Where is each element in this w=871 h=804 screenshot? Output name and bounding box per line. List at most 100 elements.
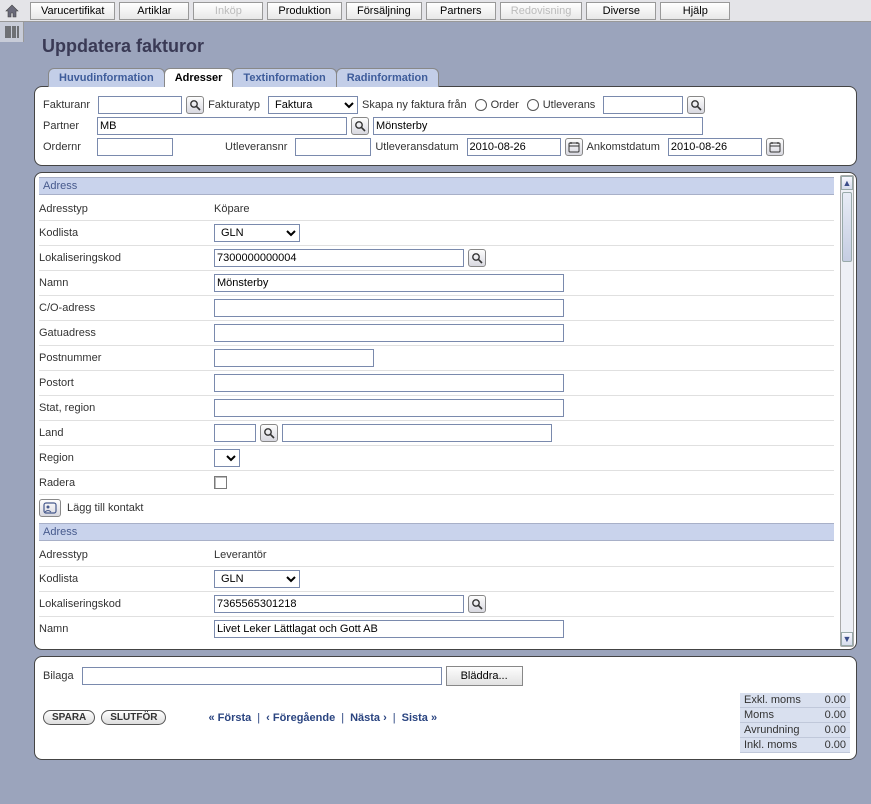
scroll-thumb[interactable] [842,192,852,262]
calendar-icon[interactable] [565,138,583,156]
partner-name-input [373,117,703,135]
order-radio[interactable] [475,99,487,111]
inkl-moms-value: 0.00 [825,739,846,751]
menu-redovisning[interactable]: Redovisning [500,2,583,20]
nav-next[interactable]: Nästa › [350,712,387,724]
moms-label: Moms [744,709,774,721]
fakturatyp-label: Fakturatyp [208,99,264,111]
top-menu-bar: Varucertifikat Artiklar Inköp Produktion… [0,0,871,22]
menu-hjalp[interactable]: Hjälp [660,2,730,20]
adresstyp-value: Köpare [214,203,834,215]
scrollbar[interactable]: ▲ ▼ [840,175,854,647]
search-icon[interactable] [468,595,486,613]
radera-label: Radera [39,477,214,489]
adresstyp-label: Adresstyp [39,549,214,561]
page-title: Uppdatera fakturor [42,36,857,57]
namn-input[interactable] [214,274,564,292]
lokaliseringskod-input[interactable] [214,595,464,613]
bladdra-button[interactable]: Bläddra... [446,666,523,686]
partner-code-input[interactable] [97,117,347,135]
radera-checkbox[interactable] [214,476,227,489]
postnummer-input[interactable] [214,349,374,367]
utleverans-radio[interactable] [527,99,539,111]
partner-label: Partner [43,120,93,132]
utleverans-label: Utleverans [543,99,600,111]
tab-textinformation[interactable]: Textinformation [232,68,336,87]
scroll-up-button[interactable]: ▲ [841,176,853,190]
menu-produktion[interactable]: Produktion [267,2,342,20]
address-panel: Adress AdresstypKöpare KodlistaGLN Lokal… [34,172,857,650]
kodlista-select[interactable]: GLN [214,570,300,588]
utleveransnr-label: Utleveransnr [225,141,291,153]
footer-panel: Bilaga Bläddra... SPARA SLUTFÖR « Första… [34,656,857,760]
co-adress-input[interactable] [214,299,564,317]
tab-huvudinformation[interactable]: Huvudinformation [48,68,165,87]
tab-row: Huvudinformation Adresser Textinformatio… [48,67,857,86]
tab-radinformation[interactable]: Radinformation [336,68,439,87]
fakturanr-label: Fakturanr [43,99,94,111]
menu-varucertifikat[interactable]: Varucertifikat [30,2,115,20]
slutfor-button[interactable]: SLUTFÖR [101,710,166,725]
home-icon[interactable] [4,3,20,19]
order-label: Order [491,99,523,111]
avrundning-value: 0.00 [825,724,846,736]
namn-label: Namn [39,623,214,635]
search-icon[interactable] [351,117,369,135]
lokaliseringskod-input[interactable] [214,249,464,267]
co-adress-label: C/O-adress [39,302,214,314]
postort-input[interactable] [214,374,564,392]
namn-label: Namn [39,277,214,289]
exkl-moms-value: 0.00 [825,694,846,706]
land-code-input[interactable] [214,424,256,442]
stat-region-label: Stat, region [39,402,214,414]
menu-inkop[interactable]: Inköp [193,2,263,20]
postnummer-label: Postnummer [39,352,214,364]
exkl-moms-label: Exkl. moms [744,694,801,706]
utleverans-ref-input[interactable] [603,96,683,114]
utleveransnr-input[interactable] [295,138,371,156]
utleveransdatum-label: Utleveransdatum [375,141,462,153]
search-icon[interactable] [687,96,705,114]
bilaga-input[interactable] [82,667,442,685]
tab-adresser[interactable]: Adresser [164,68,234,87]
menu-artiklar[interactable]: Artiklar [119,2,189,20]
search-icon[interactable] [260,424,278,442]
nav-prev[interactable]: ‹ Föregående [266,712,335,724]
header-panel: Fakturanr Fakturatyp Faktura Skapa ny fa… [34,86,857,166]
ankomstdatum-input[interactable] [668,138,762,156]
kodlista-select[interactable]: GLN [214,224,300,242]
add-contact-icon[interactable] [39,499,61,517]
barcode-icon[interactable] [5,25,19,39]
spara-button[interactable]: SPARA [43,710,95,725]
stat-region-input[interactable] [214,399,564,417]
lokaliseringskod-label: Lokaliseringskod [39,252,214,264]
gatuadress-input[interactable] [214,324,564,342]
nav-first[interactable]: « Första [208,712,251,724]
ordernr-input[interactable] [97,138,173,156]
kodlista-label: Kodlista [39,227,214,239]
add-contact-link[interactable]: Lägg till kontakt [67,502,143,514]
section-header-address1: Adress [39,177,834,195]
bilaga-label: Bilaga [43,670,78,682]
adresstyp-label: Adresstyp [39,203,214,215]
search-icon[interactable] [186,96,204,114]
inkl-moms-label: Inkl. moms [744,739,797,751]
fakturatyp-select[interactable]: Faktura [268,96,358,114]
adresstyp-value: Leverantör [214,549,834,561]
moms-value: 0.00 [825,709,846,721]
fakturanr-input[interactable] [98,96,182,114]
land-name-input [282,424,552,442]
region-select[interactable] [214,449,240,467]
utleveransdatum-input[interactable] [467,138,561,156]
namn-input[interactable] [214,620,564,638]
nav-sep: | [257,712,260,724]
side-toolbar [0,22,24,42]
search-icon[interactable] [468,249,486,267]
menu-forsaljning[interactable]: Försäljning [346,2,422,20]
menu-partners[interactable]: Partners [426,2,496,20]
menu-diverse[interactable]: Diverse [586,2,656,20]
scroll-down-button[interactable]: ▼ [841,632,853,646]
calendar-icon[interactable] [766,138,784,156]
nav-last[interactable]: Sista » [402,712,437,724]
avrundning-label: Avrundning [744,724,799,736]
